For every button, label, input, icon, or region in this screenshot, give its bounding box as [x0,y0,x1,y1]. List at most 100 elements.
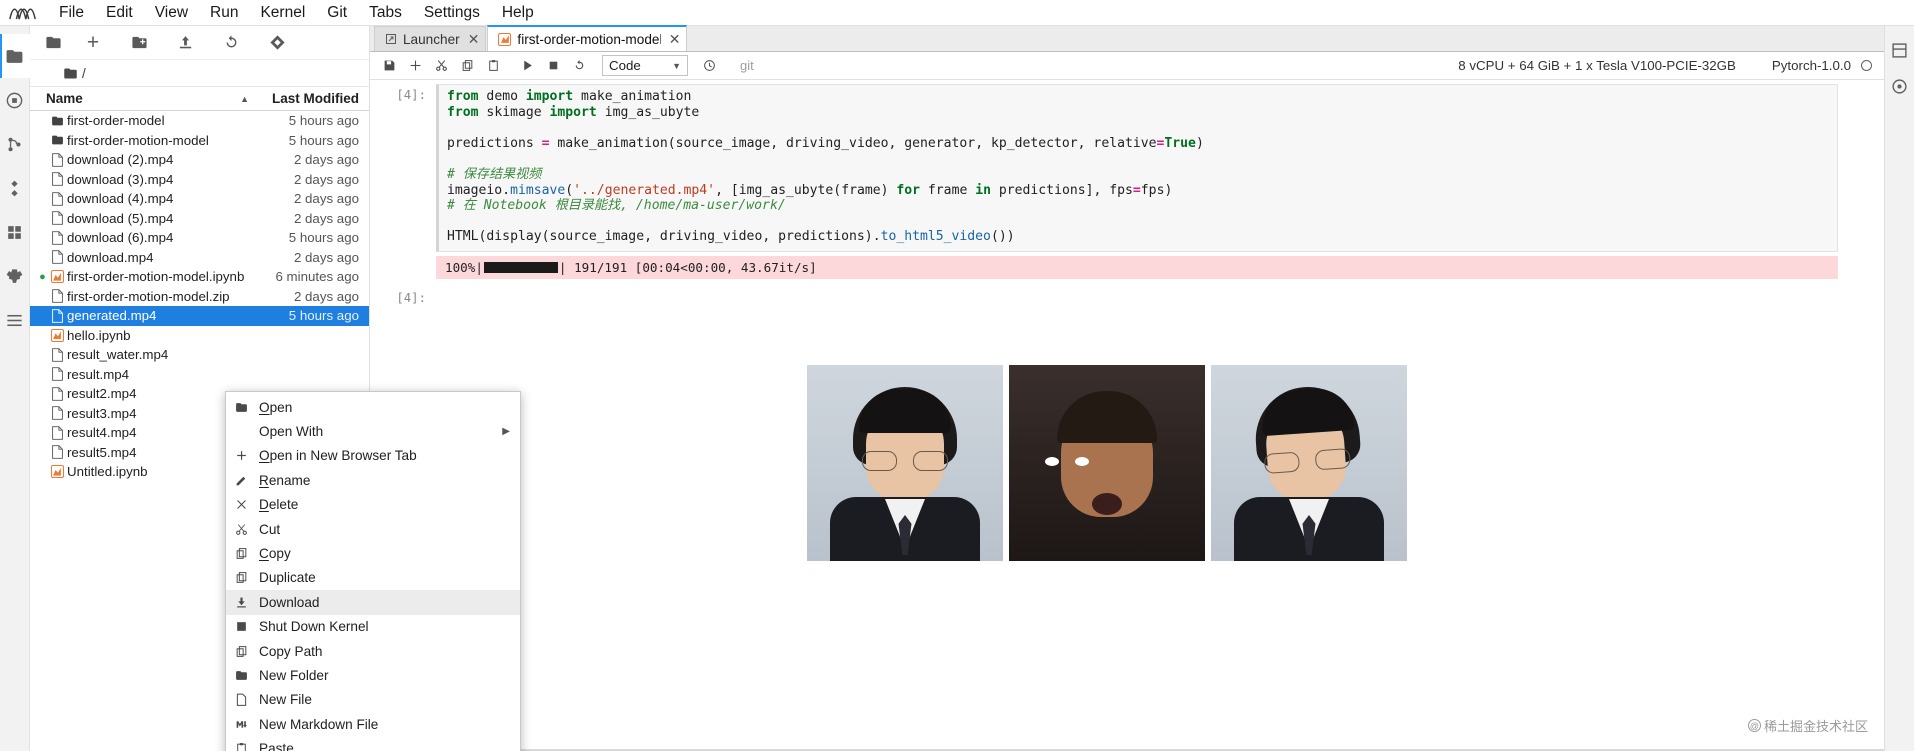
file-list-item[interactable]: ● first-order-motion-model.ipynb 6 minutes… [30,267,369,287]
debugger-icon[interactable] [1885,68,1914,104]
property-inspector-icon[interactable] [1885,32,1914,68]
file-list-item[interactable]: first-order-motion-model.zip 2 days ago [30,287,369,307]
restart-kernel-button[interactable] [566,54,592,77]
tab-launcher[interactable]: Launcher ✕ [374,26,487,51]
column-header-name[interactable]: Name ▲ [30,91,259,106]
insert-cell-button[interactable] [402,54,428,77]
context-menu-item[interactable]: Open [226,395,520,419]
new-directory-button[interactable] [116,29,162,57]
cell-source: from demo import make_animation from ski… [447,89,1204,245]
cell-output-stderr-row: 100%| | 191/191 [00:04<00:00, 43.67it/s] [370,255,1884,279]
file-list-item[interactable]: download (6).mp4 5 hours ago [30,228,369,248]
sidebar-item-file-browser[interactable] [0,34,30,78]
folder-icon [235,669,259,682]
source-image-frame [807,364,1003,561]
context-menu-item[interactable]: Duplicate [226,566,520,590]
context-menu-item[interactable]: Shut Down Kernel [226,615,520,639]
menu-run[interactable]: Run [199,1,249,25]
close-icon[interactable]: ✕ [468,32,480,46]
close-icon [235,498,259,511]
context-menu-item[interactable]: Copy Path [226,639,520,663]
sidebar-item-property-inspector[interactable] [0,254,30,298]
context-menu-item[interactable]: Open in New Browser Tab [226,444,520,468]
file-list-item[interactable]: first-order-model 5 hours ago [30,111,369,131]
paste-cell-button[interactable] [480,54,506,77]
context-menu-item[interactable]: New Markdown File [226,712,520,736]
file-list-item[interactable]: generated.mp4 5 hours ago [30,306,369,326]
menu-git[interactable]: Git [316,1,358,25]
git-toolbar-icon[interactable] [254,29,300,57]
animation-output [370,364,1884,561]
interrupt-kernel-button[interactable] [540,54,566,77]
file-modified: 2 days ago [293,210,359,226]
tab-notebook[interactable]: first-order-motion-model.ip ✕ [487,25,688,51]
file-list-header: Name ▲ Last Modified [30,87,369,111]
file-list-item[interactable]: download (2).mp4 2 days ago [30,150,369,170]
file-icon [47,406,67,421]
context-menu-item[interactable]: New Folder [226,663,520,687]
context-menu-item[interactable]: Download [226,590,520,615]
plus-icon [235,449,259,462]
square-icon [235,620,259,633]
history-clock-icon[interactable] [696,54,722,77]
file-list-item[interactable]: result_water.mp4 [30,345,369,365]
watermark-badge-icon: @ [1747,719,1761,732]
menu-tabs[interactable]: Tabs [358,1,413,25]
file-list-item[interactable]: result.mp4 [30,365,369,385]
file-icon [47,425,67,440]
refresh-button[interactable] [208,29,254,57]
context-menu-label: New Markdown File [259,716,379,732]
upload-button[interactable] [162,29,208,57]
new-launcher-button[interactable]: + [70,29,116,57]
cell-input-prompt: [4]: [396,88,426,102]
progress-prefix: 100%| [445,259,483,275]
context-menu-item[interactable]: Delete [226,493,520,517]
file-list-item[interactable]: first-order-motion-model 5 hours ago [30,131,369,151]
context-menu-label: Open [259,399,293,415]
sidebar-item-commands[interactable] [0,166,30,210]
notebook-cell[interactable]: [4]: from demo import make_animation fro… [370,84,1884,252]
menu-kernel[interactable]: Kernel [249,1,316,25]
file-list-item[interactable]: hello.ipynb [30,326,369,346]
menu-edit[interactable]: Edit [95,1,144,25]
close-icon[interactable]: ✕ [669,32,681,46]
file-list-item[interactable]: download (5).mp4 2 days ago [30,209,369,229]
save-button[interactable] [376,54,402,77]
context-menu-item[interactable]: Rename [226,468,520,492]
menu-help[interactable]: Help [491,1,545,25]
cut-cell-button[interactable] [428,54,454,77]
menu-settings[interactable]: Settings [413,1,491,25]
new-folder-icon-button[interactable] [36,29,70,57]
sidebar-item-running[interactable] [0,78,30,122]
sidebar-item-table-of-contents[interactable] [0,298,30,342]
context-menu-item[interactable]: Open With ▶ [226,419,520,443]
file-list-item[interactable]: download (3).mp4 2 days ago [30,170,369,190]
file-list-item[interactable]: download (4).mp4 2 days ago [30,189,369,209]
cell-editor[interactable]: from demo import make_animation from ski… [436,84,1838,252]
menu-bar: File Edit View Run Kernel Git Tabs Setti… [0,0,1914,26]
sidebar-item-extension-manager[interactable] [0,210,30,254]
sidebar-item-git[interactable] [0,122,30,166]
context-menu-item[interactable]: Copy [226,541,520,565]
context-menu-item[interactable]: Cut [226,517,520,541]
file-list-item[interactable]: download.mp4 2 days ago [30,248,369,268]
column-header-last-modified[interactable]: Last Modified [259,91,369,106]
menu-view[interactable]: View [144,1,199,25]
context-menu-item[interactable]: New File [226,688,520,712]
file-name: generated.mp4 [67,308,157,324]
breadcrumb[interactable]: / [30,60,369,87]
markdown-icon [235,718,259,731]
kernel-name-label[interactable]: Pytorch-1.0.0 [1772,58,1851,73]
context-menu-item[interactable]: Paste [226,736,520,751]
file-modified: 5 hours ago [288,132,359,148]
folder-icon [47,114,67,128]
menu-file[interactable]: File [48,1,95,25]
copy-cell-button[interactable] [454,54,480,77]
main-area: Launcher ✕ first-order-motion-model.ip ✕ [370,25,1884,751]
notebook-scroll-area[interactable]: [4]: from demo import make_animation fro… [370,80,1884,751]
scissors-icon [235,523,259,536]
context-menu-label: Paste [259,741,294,751]
run-cell-button[interactable] [514,54,540,77]
sort-ascending-icon: ▲ [240,93,249,104]
cell-type-select[interactable]: Code ▼ [602,55,688,76]
